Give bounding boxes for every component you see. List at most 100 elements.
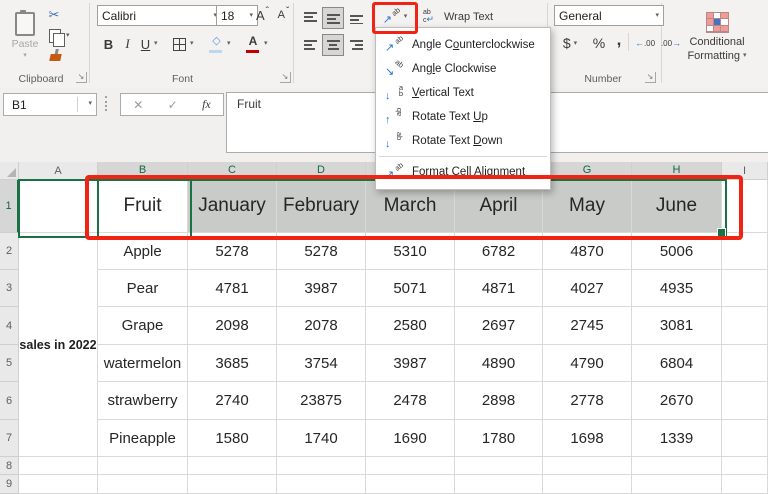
chevron-down-icon[interactable]: ▾ (190, 40, 194, 47)
cell-C6[interactable]: 2740 (188, 382, 277, 420)
cell-A2-A7-merged[interactable]: sales in 2022 (19, 233, 98, 457)
number-dialog-launcher[interactable]: ↘ (645, 72, 656, 83)
decrease-font-size-button[interactable]: A ˇ (273, 4, 294, 26)
chevron-down-icon[interactable]: ▾ (227, 40, 231, 47)
name-box[interactable]: B1 ▾ (3, 93, 97, 116)
cell-H9[interactable] (632, 475, 722, 494)
center-button[interactable] (322, 34, 344, 56)
cell-A8[interactable] (19, 457, 98, 475)
cell-D2[interactable]: 5278 (277, 233, 366, 270)
cell-D8[interactable] (277, 457, 366, 475)
increase-font-size-button[interactable]: A ˆ (252, 4, 273, 26)
cell-G6[interactable]: 2778 (543, 382, 632, 420)
cell-G3[interactable]: 4027 (543, 270, 632, 307)
number-format-combobox[interactable]: General ▾ (554, 5, 664, 26)
fill-color-button[interactable]: ◇ (206, 31, 227, 55)
cell-I1[interactable] (722, 180, 768, 233)
row-header-8[interactable]: 8 (0, 457, 19, 475)
cell-I5[interactable] (722, 345, 768, 382)
top-align-button[interactable] (299, 7, 321, 29)
cell-F2[interactable]: 6782 (455, 233, 543, 270)
middle-align-button[interactable] (322, 7, 344, 29)
cell-E3[interactable]: 5071 (366, 270, 455, 307)
cell-G8[interactable] (543, 457, 632, 475)
cell-B1[interactable]: Fruit (98, 180, 188, 233)
cell-H1[interactable]: June (632, 180, 722, 233)
orientation-button[interactable]: ↗ ab ▾ (377, 5, 413, 28)
paste-button[interactable]: Paste ▾ (6, 4, 44, 66)
column-header-B[interactable]: B (98, 162, 188, 180)
bold-button[interactable]: B (99, 33, 118, 55)
cell-G7[interactable]: 1698 (543, 420, 632, 457)
font-dialog-launcher[interactable]: ↘ (280, 72, 291, 83)
percent-style-button[interactable]: % (588, 32, 610, 54)
cell-E8[interactable] (366, 457, 455, 475)
copy-button[interactable] (45, 26, 65, 47)
row-header-3[interactable]: 3 (0, 270, 19, 307)
menu-item-angle-clockwise[interactable]: ↘ ab Angle Clockwise (376, 57, 550, 81)
row-header-6[interactable]: 6 (0, 382, 19, 420)
row-header-7[interactable]: 7 (0, 420, 19, 457)
align-left-button[interactable] (299, 34, 321, 56)
row-header-1[interactable]: 1 (0, 180, 19, 233)
cell-G4[interactable]: 2745 (543, 307, 632, 345)
enter-icon[interactable]: ✓ (168, 98, 178, 112)
comma-style-button[interactable]: , (612, 29, 626, 51)
cell-A1[interactable] (19, 180, 98, 233)
cell-E5[interactable]: 3987 (366, 345, 455, 382)
cell-C2[interactable]: 5278 (188, 233, 277, 270)
cell-H8[interactable] (632, 457, 722, 475)
cell-B5[interactable]: watermelon (98, 345, 188, 382)
cell-I3[interactable] (722, 270, 768, 307)
cell-I6[interactable] (722, 382, 768, 420)
cell-G1[interactable]: May (543, 180, 632, 233)
column-header-D[interactable]: D (277, 162, 366, 180)
cell-H2[interactable]: 5006 (632, 233, 722, 270)
menu-item-format-cell-alignment[interactable]: ↗ ab Format Cell Alignment (376, 160, 550, 184)
cell-D9[interactable] (277, 475, 366, 494)
cell-G2[interactable]: 4870 (543, 233, 632, 270)
cell-F7[interactable]: 1780 (455, 420, 543, 457)
formula-bar-resize-handle[interactable] (105, 96, 107, 111)
cell-C8[interactable] (188, 457, 277, 475)
cell-H3[interactable]: 4935 (632, 270, 722, 307)
cell-B7[interactable]: Pineapple (98, 420, 188, 457)
font-color-button[interactable]: A (243, 31, 263, 55)
menu-item-angle-counterclockwise[interactable]: ↗ ab Angle Counterclockwise (376, 33, 550, 57)
align-right-button[interactable] (345, 34, 367, 56)
cell-C5[interactable]: 3685 (188, 345, 277, 382)
column-header-I[interactable]: I (722, 162, 768, 180)
menu-item-rotate-text-down[interactable]: ↓ ab Rotate Text Down (376, 129, 550, 153)
cell-E9[interactable] (366, 475, 455, 494)
conditional-formatting-button[interactable]: Conditional Formatting ▾ (668, 4, 766, 68)
cell-B2[interactable]: Apple (98, 233, 188, 270)
cell-I2[interactable] (722, 233, 768, 270)
cell-F8[interactable] (455, 457, 543, 475)
column-header-H[interactable]: H (632, 162, 722, 180)
cell-E7[interactable]: 1690 (366, 420, 455, 457)
chevron-down-icon[interactable]: ▾ (154, 40, 158, 47)
cell-G9[interactable] (543, 475, 632, 494)
cell-B4[interactable]: Grape (98, 307, 188, 345)
font-name-combobox[interactable]: Calibri ▾ (97, 5, 222, 26)
cell-C3[interactable]: 4781 (188, 270, 277, 307)
cell-I7[interactable] (722, 420, 768, 457)
cell-I9[interactable] (722, 475, 768, 494)
cell-C4[interactable]: 2098 (188, 307, 277, 345)
cell-D7[interactable]: 1740 (277, 420, 366, 457)
select-all-button[interactable] (0, 162, 19, 180)
cell-C1[interactable]: January (188, 180, 277, 233)
underline-button[interactable]: U (137, 33, 154, 55)
cell-D1[interactable]: February (277, 180, 366, 233)
chevron-down-icon[interactable]: ▾ (264, 40, 268, 47)
cell-B3[interactable]: Pear (98, 270, 188, 307)
cell-D5[interactable]: 3754 (277, 345, 366, 382)
cell-C9[interactable] (188, 475, 277, 494)
cell-H4[interactable]: 3081 (632, 307, 722, 345)
cell-G5[interactable]: 4790 (543, 345, 632, 382)
cell-I4[interactable] (722, 307, 768, 345)
cell-H6[interactable]: 2670 (632, 382, 722, 420)
cell-C7[interactable]: 1580 (188, 420, 277, 457)
menu-item-vertical-text[interactable]: ↓ a b Vertical Text (376, 81, 550, 105)
format-painter-button[interactable] (45, 48, 65, 66)
